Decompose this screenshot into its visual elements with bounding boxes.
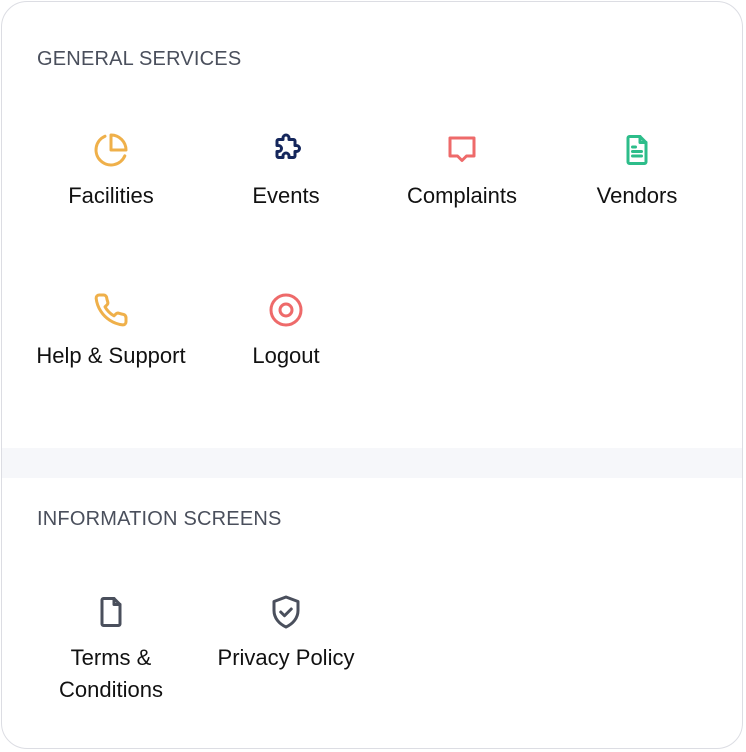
target-icon xyxy=(268,292,304,328)
chat-bubble-icon xyxy=(444,132,480,168)
events-label: Events xyxy=(252,183,320,208)
services-card: GENERAL SERVICES Facilities Events Compl… xyxy=(1,1,743,749)
puzzle-icon xyxy=(268,132,304,168)
document-text-icon xyxy=(619,132,655,168)
terms-conditions-tile[interactable]: Terms & Conditions xyxy=(23,594,199,706)
section-divider xyxy=(2,448,742,478)
phone-icon xyxy=(93,292,129,328)
file-icon xyxy=(93,594,129,630)
facilities-tile[interactable]: Facilities xyxy=(23,132,199,212)
pie-chart-icon xyxy=(93,132,129,168)
privacy-policy-label: Privacy Policy xyxy=(217,645,355,670)
vendors-label: Vendors xyxy=(596,183,678,208)
complaints-tile[interactable]: Complaints xyxy=(374,132,550,212)
events-tile[interactable]: Events xyxy=(198,132,374,212)
vendors-tile[interactable]: Vendors xyxy=(549,132,725,212)
privacy-policy-tile[interactable]: Privacy Policy xyxy=(198,594,374,674)
help-support-tile[interactable]: Help & Support xyxy=(23,292,199,372)
help-support-label: Help & Support xyxy=(36,343,186,368)
terms-conditions-label: Terms & Conditions xyxy=(59,645,163,702)
logout-label: Logout xyxy=(252,343,320,368)
information-screens-title: INFORMATION SCREENS xyxy=(37,508,282,530)
facilities-label: Facilities xyxy=(68,183,154,208)
general-services-title: GENERAL SERVICES xyxy=(37,48,242,70)
logout-tile[interactable]: Logout xyxy=(198,292,374,372)
shield-check-icon xyxy=(268,594,304,630)
complaints-label: Complaints xyxy=(406,183,518,208)
